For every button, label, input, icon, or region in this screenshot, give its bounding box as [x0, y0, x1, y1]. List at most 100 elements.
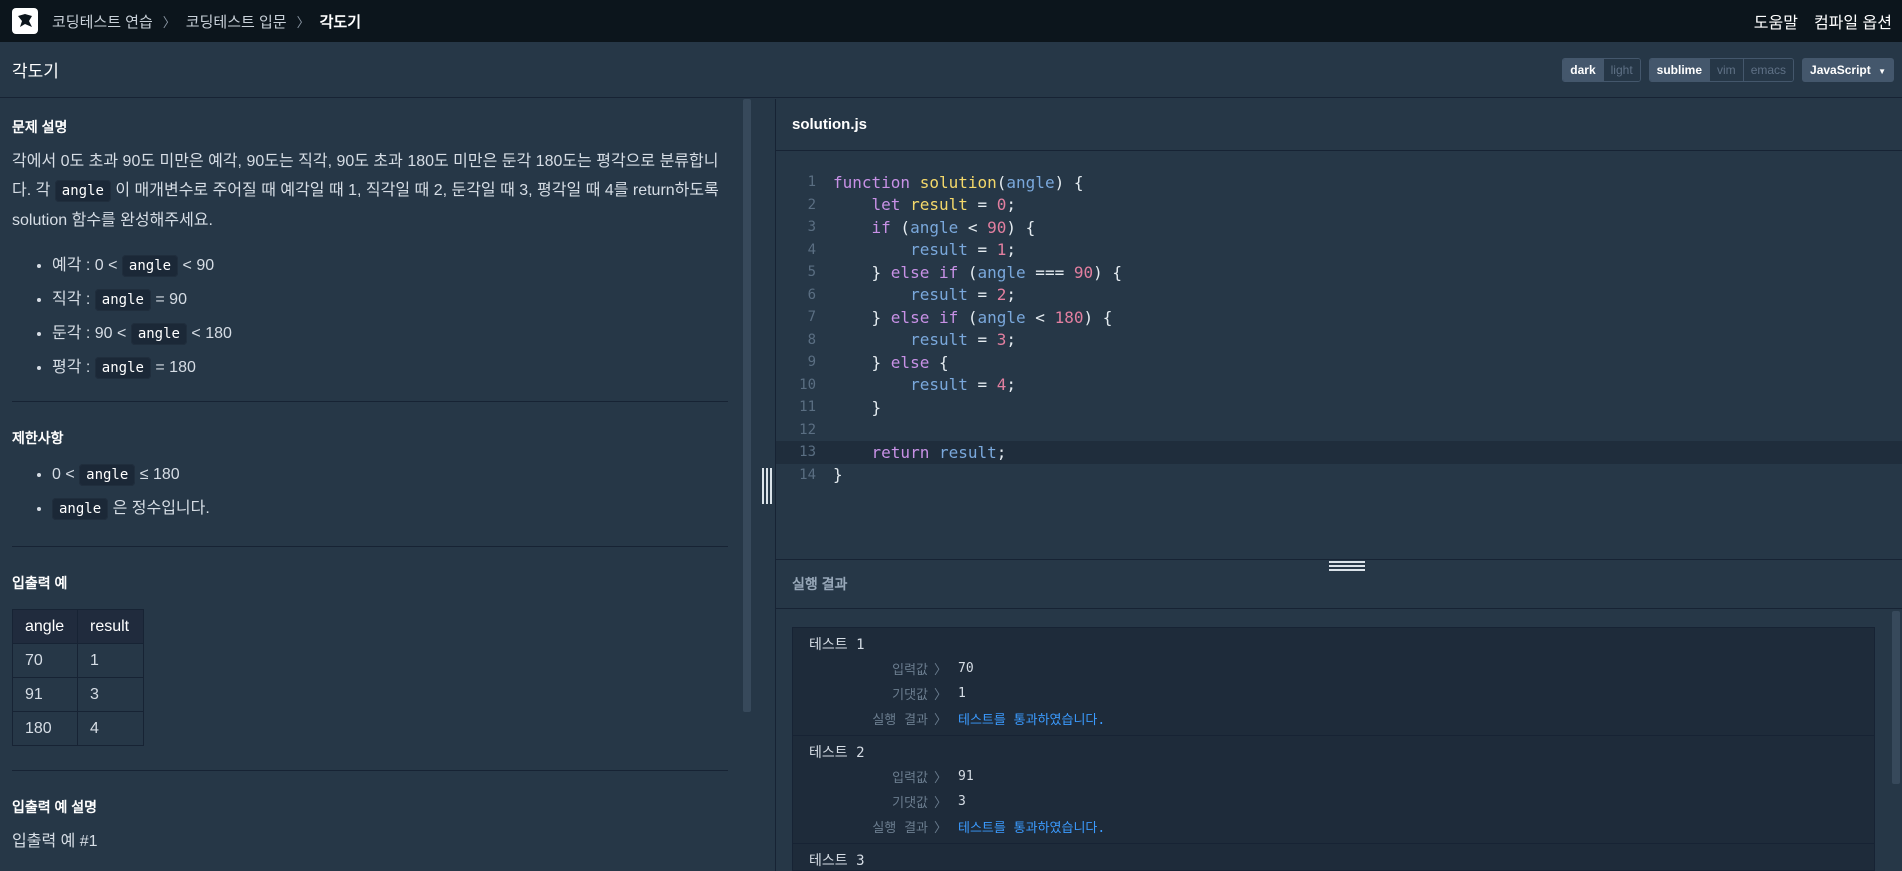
table-cell: 91 [12, 677, 78, 712]
test-case: 테스트 3 [793, 844, 1874, 870]
inline-code: angle [121, 255, 179, 277]
keymap-toggle: sublime vim emacs [1648, 57, 1795, 82]
breadcrumb-item-practice[interactable]: 코딩테스트 연습 [52, 11, 153, 32]
breadcrumb-item-intro[interactable]: 코딩테스트 입문 [186, 11, 287, 32]
theme-dark-button[interactable]: dark [1563, 58, 1604, 81]
code-line: 7 } else if (angle < 180) { [807, 307, 1113, 327]
result-label: 실행 결과 [872, 821, 928, 836]
code-line: 8 result = 3; [807, 330, 1017, 350]
language-select[interactable]: JavaScript ▼ [1802, 57, 1894, 82]
list-item: 직각 : angle = 90 [52, 283, 728, 317]
code-editor[interactable]: 1 function solution(angle) { 2 let result… [776, 151, 1902, 557]
keymap-sublime-button[interactable]: sublime [1649, 58, 1711, 81]
test-case: 테스트 1 입력값 〉 70 기댓값 〉 1 실행 결과 〉 테스트를 통과하였습니다. [793, 628, 1874, 736]
code-line: 10 result = 4; [799, 375, 1017, 395]
inline-code: angle [52, 498, 109, 520]
column-header-result: result [77, 609, 144, 644]
file-tab: solution.js [776, 99, 1902, 151]
results-panel: 테스트 1 입력값 〉 70 기댓값 〉 1 실행 결과 〉 테스트를 통과하였습니다. 테… [792, 627, 1875, 871]
chevron-right-icon: 〉 [296, 14, 310, 30]
table-cell: 1 [77, 643, 144, 678]
result-label: 실행 결과 [872, 713, 928, 728]
explanation-subtitle: 입출력 예 #1 [12, 833, 98, 850]
editor-panel: solution.js 1 function solution(angle) { … [775, 99, 1902, 871]
list-item: 0 < angle ≤ 180 [52, 458, 728, 492]
chevron-right-icon: 〉 [934, 821, 948, 836]
test-name: 테스트 2 [809, 745, 865, 761]
problem-description: 각에서 0도 초과 90도 미만은 예각, 90도는 직각, 90도 초과 18… [12, 147, 728, 235]
section-title-constraints: 제한사항 [12, 430, 64, 446]
test-name: 테스트 3 [809, 853, 865, 869]
code-line: 14} [799, 465, 843, 485]
result-pass-text: 테스트를 통과하였습니다. [958, 713, 1106, 728]
section-title-explanation: 입출력 예 설명 [12, 799, 98, 815]
code-line: 1 function solution(angle) { [807, 172, 1084, 192]
expected-value: 1 [958, 686, 966, 701]
table-header-row: angle result [12, 609, 144, 644]
chevron-right-icon: 〉 [934, 688, 948, 703]
expected-label: 기댓값 [892, 796, 928, 811]
compile-options-link[interactable]: 컴파일 옵션 [1814, 9, 1892, 33]
top-navigation: 코딩테스트 연습 〉 코딩테스트 입문 〉 각도기 도움말 컴파일 옵션 [0, 0, 1902, 42]
angle-type-list: 예각 : 0 < angle < 90 직각 : angle = 90 둔각 :… [12, 249, 728, 385]
problem-title-bar: 각도기 dark light sublime vim emacs JavaScr… [0, 42, 1902, 98]
breadcrumb-item-current: 각도기 [319, 13, 361, 31]
table-row: 91 3 [12, 677, 144, 712]
inline-code: angle [94, 289, 151, 311]
language-label: JavaScript [1810, 62, 1871, 77]
inline-code: angle [54, 180, 111, 202]
constraints-list: 0 < angle ≤ 180 angle 은 정수입니다. [12, 458, 728, 526]
code-line: 12 [799, 421, 816, 438]
input-label: 입력값 [892, 663, 928, 678]
input-value: 91 [958, 769, 974, 784]
section-title-description: 문제 설명 [12, 119, 68, 135]
table-cell: 3 [77, 677, 144, 712]
chevron-right-icon: 〉 [934, 713, 948, 728]
code-line: 11 } [799, 397, 882, 417]
code-line: 9 } else { [807, 352, 949, 372]
table-cell: 4 [77, 711, 144, 746]
test-name: 테스트 1 [809, 637, 865, 653]
table-row: 180 4 [12, 711, 144, 746]
divider [12, 546, 728, 547]
keymap-emacs-button[interactable]: emacs [1743, 58, 1794, 81]
table-row: 70 1 [12, 643, 144, 678]
results-scrollbar[interactable] [1892, 611, 1900, 784]
list-item: 예각 : 0 < angle < 90 [52, 249, 728, 283]
caret-down-icon: ▼ [1878, 66, 1886, 76]
code-line: 2 let result = 0; [807, 195, 1017, 215]
code-line: 5 } else if (angle === 90) { [807, 262, 1123, 282]
drag-handle-vertical-icon[interactable] [762, 468, 772, 504]
list-item: 평각 : angle = 180 [52, 351, 728, 385]
chevron-right-icon: 〉 [934, 771, 948, 786]
help-link[interactable]: 도움말 [1754, 9, 1798, 33]
code-line: 3 if (angle < 90) { [807, 217, 1036, 237]
inline-code: angle [130, 323, 187, 345]
input-value: 70 [958, 661, 974, 676]
divider [12, 401, 728, 402]
inline-code: angle [94, 357, 151, 379]
theme-toggle: dark light [1562, 57, 1641, 82]
table-cell: 70 [12, 643, 78, 678]
input-label: 입력값 [892, 771, 928, 786]
theme-light-button[interactable]: light [1603, 58, 1640, 81]
divider [12, 770, 728, 771]
code-line: 4 result = 1; [807, 240, 1017, 260]
chevron-right-icon: 〉 [934, 663, 948, 678]
programmers-logo-icon[interactable] [12, 8, 38, 34]
inline-code: angle [79, 464, 136, 486]
problem-description-panel[interactable]: 문제 설명 각에서 0도 초과 90도 미만은 예각, 90도는 직각, 90도… [0, 99, 744, 871]
list-item: 둔각 : 90 < angle < 180 [52, 317, 728, 351]
description-scrollbar[interactable] [743, 99, 751, 712]
chevron-right-icon: 〉 [934, 796, 948, 811]
result-title: 실행 결과 [776, 559, 1902, 609]
example-table: angle result 70 1 91 3 180 4 [12, 609, 144, 746]
table-cell: 180 [12, 711, 78, 746]
keymap-vim-button[interactable]: vim [1710, 58, 1744, 81]
column-header-angle: angle [12, 609, 78, 644]
breadcrumb: 코딩테스트 연습 〉 코딩테스트 입문 〉 각도기 [52, 11, 361, 32]
page-title: 각도기 [12, 62, 59, 81]
description-text: 이 매개변수로 주어질 때 예각일 때 1, 직각일 때 2, 둔각일 때 3,… [12, 182, 719, 229]
section-title-examples: 입출력 예 [12, 575, 68, 591]
code-line: 6 result = 2; [807, 285, 1017, 305]
